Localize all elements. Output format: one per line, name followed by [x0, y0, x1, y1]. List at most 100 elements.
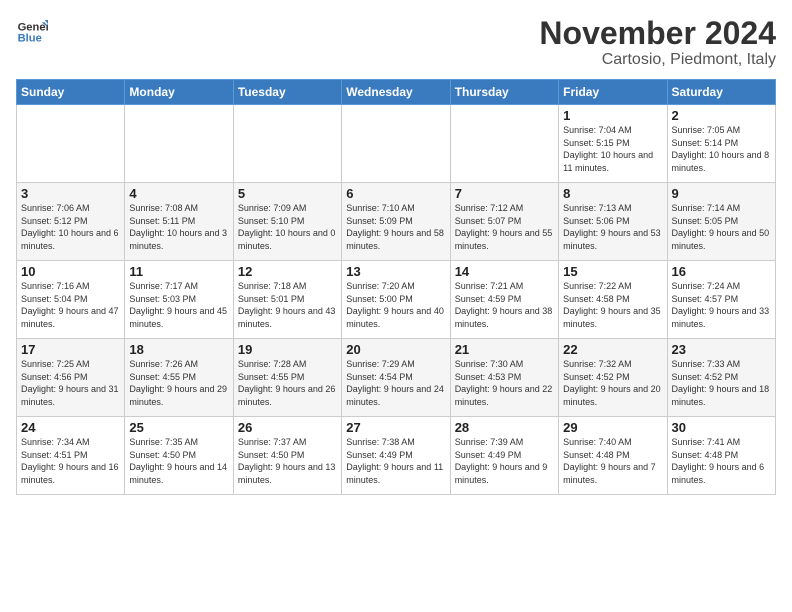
cell-0-5: 1Sunrise: 7:04 AM Sunset: 5:15 PM Daylig…: [559, 105, 667, 183]
col-sunday: Sunday: [17, 80, 125, 105]
day-info: Sunrise: 7:41 AM Sunset: 4:48 PM Dayligh…: [672, 436, 771, 486]
cell-2-4: 14Sunrise: 7:21 AM Sunset: 4:59 PM Dayli…: [450, 261, 558, 339]
day-number: 8: [563, 186, 662, 201]
day-info: Sunrise: 7:38 AM Sunset: 4:49 PM Dayligh…: [346, 436, 445, 486]
cell-0-2: [233, 105, 341, 183]
day-info: Sunrise: 7:29 AM Sunset: 4:54 PM Dayligh…: [346, 358, 445, 408]
day-number: 1: [563, 108, 662, 123]
day-info: Sunrise: 7:21 AM Sunset: 4:59 PM Dayligh…: [455, 280, 554, 330]
location: Cartosio, Piedmont, Italy: [539, 51, 776, 69]
cell-2-2: 12Sunrise: 7:18 AM Sunset: 5:01 PM Dayli…: [233, 261, 341, 339]
header-row: Sunday Monday Tuesday Wednesday Thursday…: [17, 80, 776, 105]
day-number: 5: [238, 186, 337, 201]
day-info: Sunrise: 7:17 AM Sunset: 5:03 PM Dayligh…: [129, 280, 228, 330]
week-row-3: 17Sunrise: 7:25 AM Sunset: 4:56 PM Dayli…: [17, 339, 776, 417]
cell-3-5: 22Sunrise: 7:32 AM Sunset: 4:52 PM Dayli…: [559, 339, 667, 417]
svg-text:Blue: Blue: [18, 33, 42, 45]
day-number: 19: [238, 342, 337, 357]
day-info: Sunrise: 7:09 AM Sunset: 5:10 PM Dayligh…: [238, 202, 337, 252]
cell-1-6: 9Sunrise: 7:14 AM Sunset: 5:05 PM Daylig…: [667, 183, 775, 261]
day-number: 6: [346, 186, 445, 201]
cell-3-0: 17Sunrise: 7:25 AM Sunset: 4:56 PM Dayli…: [17, 339, 125, 417]
day-info: Sunrise: 7:10 AM Sunset: 5:09 PM Dayligh…: [346, 202, 445, 252]
day-info: Sunrise: 7:24 AM Sunset: 4:57 PM Dayligh…: [672, 280, 771, 330]
day-info: Sunrise: 7:12 AM Sunset: 5:07 PM Dayligh…: [455, 202, 554, 252]
cell-2-1: 11Sunrise: 7:17 AM Sunset: 5:03 PM Dayli…: [125, 261, 233, 339]
day-number: 16: [672, 264, 771, 279]
cell-1-1: 4Sunrise: 7:08 AM Sunset: 5:11 PM Daylig…: [125, 183, 233, 261]
day-info: Sunrise: 7:35 AM Sunset: 4:50 PM Dayligh…: [129, 436, 228, 486]
day-number: 25: [129, 420, 228, 435]
day-info: Sunrise: 7:16 AM Sunset: 5:04 PM Dayligh…: [21, 280, 120, 330]
cell-3-1: 18Sunrise: 7:26 AM Sunset: 4:55 PM Dayli…: [125, 339, 233, 417]
cell-2-6: 16Sunrise: 7:24 AM Sunset: 4:57 PM Dayli…: [667, 261, 775, 339]
day-number: 17: [21, 342, 120, 357]
cell-4-0: 24Sunrise: 7:34 AM Sunset: 4:51 PM Dayli…: [17, 417, 125, 495]
day-number: 9: [672, 186, 771, 201]
page: General Blue November 2024 Cartosio, Pie…: [0, 0, 792, 503]
cell-3-2: 19Sunrise: 7:28 AM Sunset: 4:55 PM Dayli…: [233, 339, 341, 417]
cell-4-3: 27Sunrise: 7:38 AM Sunset: 4:49 PM Dayli…: [342, 417, 450, 495]
day-info: Sunrise: 7:13 AM Sunset: 5:06 PM Dayligh…: [563, 202, 662, 252]
day-info: Sunrise: 7:25 AM Sunset: 4:56 PM Dayligh…: [21, 358, 120, 408]
cell-1-4: 7Sunrise: 7:12 AM Sunset: 5:07 PM Daylig…: [450, 183, 558, 261]
cell-3-6: 23Sunrise: 7:33 AM Sunset: 4:52 PM Dayli…: [667, 339, 775, 417]
cell-2-3: 13Sunrise: 7:20 AM Sunset: 5:00 PM Dayli…: [342, 261, 450, 339]
day-info: Sunrise: 7:20 AM Sunset: 5:00 PM Dayligh…: [346, 280, 445, 330]
day-info: Sunrise: 7:04 AM Sunset: 5:15 PM Dayligh…: [563, 124, 662, 174]
cell-4-6: 30Sunrise: 7:41 AM Sunset: 4:48 PM Dayli…: [667, 417, 775, 495]
day-number: 28: [455, 420, 554, 435]
day-info: Sunrise: 7:28 AM Sunset: 4:55 PM Dayligh…: [238, 358, 337, 408]
cell-4-2: 26Sunrise: 7:37 AM Sunset: 4:50 PM Dayli…: [233, 417, 341, 495]
logo-icon: General Blue: [16, 16, 48, 48]
month-title: November 2024: [539, 16, 776, 51]
col-monday: Monday: [125, 80, 233, 105]
day-number: 14: [455, 264, 554, 279]
day-number: 20: [346, 342, 445, 357]
week-row-4: 24Sunrise: 7:34 AM Sunset: 4:51 PM Dayli…: [17, 417, 776, 495]
day-info: Sunrise: 7:22 AM Sunset: 4:58 PM Dayligh…: [563, 280, 662, 330]
col-thursday: Thursday: [450, 80, 558, 105]
col-wednesday: Wednesday: [342, 80, 450, 105]
week-row-1: 3Sunrise: 7:06 AM Sunset: 5:12 PM Daylig…: [17, 183, 776, 261]
day-info: Sunrise: 7:08 AM Sunset: 5:11 PM Dayligh…: [129, 202, 228, 252]
cell-4-4: 28Sunrise: 7:39 AM Sunset: 4:49 PM Dayli…: [450, 417, 558, 495]
day-info: Sunrise: 7:37 AM Sunset: 4:50 PM Dayligh…: [238, 436, 337, 486]
cell-4-5: 29Sunrise: 7:40 AM Sunset: 4:48 PM Dayli…: [559, 417, 667, 495]
day-number: 29: [563, 420, 662, 435]
day-number: 3: [21, 186, 120, 201]
col-friday: Friday: [559, 80, 667, 105]
calendar-table: Sunday Monday Tuesday Wednesday Thursday…: [16, 79, 776, 495]
day-number: 15: [563, 264, 662, 279]
day-number: 11: [129, 264, 228, 279]
logo: General Blue: [16, 16, 48, 48]
day-number: 26: [238, 420, 337, 435]
cell-0-4: [450, 105, 558, 183]
day-info: Sunrise: 7:39 AM Sunset: 4:49 PM Dayligh…: [455, 436, 554, 486]
day-info: Sunrise: 7:33 AM Sunset: 4:52 PM Dayligh…: [672, 358, 771, 408]
cell-2-0: 10Sunrise: 7:16 AM Sunset: 5:04 PM Dayli…: [17, 261, 125, 339]
day-number: 10: [21, 264, 120, 279]
cell-4-1: 25Sunrise: 7:35 AM Sunset: 4:50 PM Dayli…: [125, 417, 233, 495]
cell-1-3: 6Sunrise: 7:10 AM Sunset: 5:09 PM Daylig…: [342, 183, 450, 261]
col-saturday: Saturday: [667, 80, 775, 105]
cell-0-6: 2Sunrise: 7:05 AM Sunset: 5:14 PM Daylig…: [667, 105, 775, 183]
day-info: Sunrise: 7:32 AM Sunset: 4:52 PM Dayligh…: [563, 358, 662, 408]
week-row-0: 1Sunrise: 7:04 AM Sunset: 5:15 PM Daylig…: [17, 105, 776, 183]
cell-0-0: [17, 105, 125, 183]
day-number: 27: [346, 420, 445, 435]
day-number: 7: [455, 186, 554, 201]
cell-1-0: 3Sunrise: 7:06 AM Sunset: 5:12 PM Daylig…: [17, 183, 125, 261]
cell-1-5: 8Sunrise: 7:13 AM Sunset: 5:06 PM Daylig…: [559, 183, 667, 261]
week-row-2: 10Sunrise: 7:16 AM Sunset: 5:04 PM Dayli…: [17, 261, 776, 339]
cell-1-2: 5Sunrise: 7:09 AM Sunset: 5:10 PM Daylig…: [233, 183, 341, 261]
day-number: 22: [563, 342, 662, 357]
day-number: 21: [455, 342, 554, 357]
day-number: 24: [21, 420, 120, 435]
day-number: 30: [672, 420, 771, 435]
cell-3-4: 21Sunrise: 7:30 AM Sunset: 4:53 PM Dayli…: [450, 339, 558, 417]
day-info: Sunrise: 7:26 AM Sunset: 4:55 PM Dayligh…: [129, 358, 228, 408]
day-number: 18: [129, 342, 228, 357]
col-tuesday: Tuesday: [233, 80, 341, 105]
day-info: Sunrise: 7:05 AM Sunset: 5:14 PM Dayligh…: [672, 124, 771, 174]
